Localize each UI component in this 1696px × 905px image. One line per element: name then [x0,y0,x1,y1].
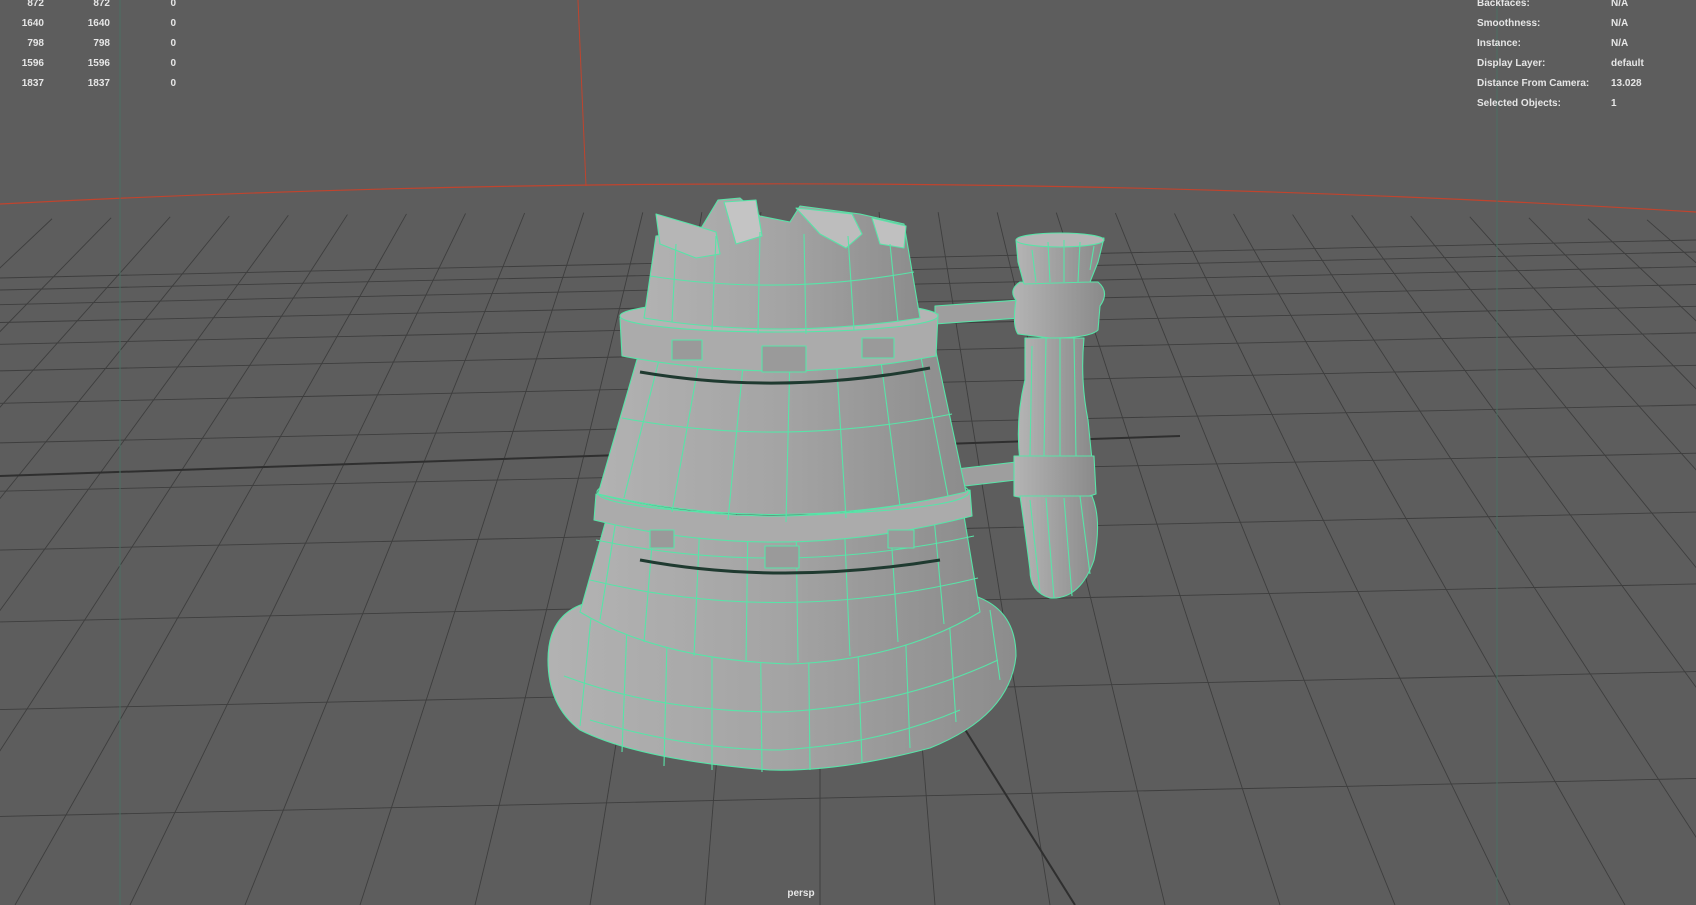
grid-line [1469,216,1696,471]
object-info-value: N/A [1611,18,1629,29]
grid-line [1351,214,1696,688]
grid-line [1233,213,1626,905]
perspective-viewport[interactable]: 872 872 0 1640 1640 0 798 798 0 1596 1596 0 1837 1837… [0,0,1696,905]
poly-stats-row: 1837 1837 0 [0,78,190,100]
tankard-crown[interactable] [643,197,921,335]
grid-line [1528,217,1696,390]
object-info-value: 13.028 [1611,78,1642,89]
poly-stats-value: 0 [170,78,176,89]
object-info-label: Smoothness: [1477,18,1541,29]
object-info-label: Distance From Camera: [1477,78,1590,89]
object-info-label: Backfaces: [1477,0,1530,9]
poly-stats-value: 0 [170,0,176,9]
grid-line [1114,212,1396,905]
poly-stats-value: 0 [170,38,176,49]
grid-line [1646,219,1696,264]
grid-line [0,214,289,612]
grid-line [244,212,526,905]
poly-stats-value: 1837 [87,78,110,89]
poly-stats-value: 1596 [21,58,44,69]
grid-line [0,214,348,752]
tankard-upper-body[interactable] [597,351,967,523]
grid-line [359,212,585,905]
object-info-label: Display Layer: [1477,58,1546,69]
poly-stats-value: 872 [93,0,110,9]
poly-stats-value: 798 [93,38,110,49]
grid-line [0,215,230,500]
object-info-value: N/A [1611,0,1629,9]
grid-line [1410,215,1696,569]
horizon-line [0,183,1696,213]
object-info-label: Selected Objects: [1477,98,1561,109]
grid-line [0,778,1696,817]
poly-stats-value: 0 [170,58,176,69]
object-info-label: Instance: [1477,38,1521,49]
tankard-mesh[interactable] [547,197,1106,773]
object-info-value: default [1611,58,1644,69]
object-info-value: 1 [1611,98,1617,109]
poly-stats-value: 0 [170,18,176,29]
poly-stats-value: 1596 [87,58,110,69]
viewport-scene[interactable] [0,0,1696,905]
grid-line [129,213,466,905]
poly-stats-value: 798 [27,38,44,49]
object-info-value: N/A [1611,38,1629,49]
poly-stats-value: 872 [27,0,44,9]
object-info-row: Selected Objects: 1 [1477,98,1687,120]
poly-stats-value: 1837 [21,78,44,89]
camera-frustum-line [577,0,587,187]
poly-stats-value: 1640 [87,18,110,29]
poly-stats-value: 1640 [21,18,44,29]
camera-name-label: persp [787,888,815,899]
